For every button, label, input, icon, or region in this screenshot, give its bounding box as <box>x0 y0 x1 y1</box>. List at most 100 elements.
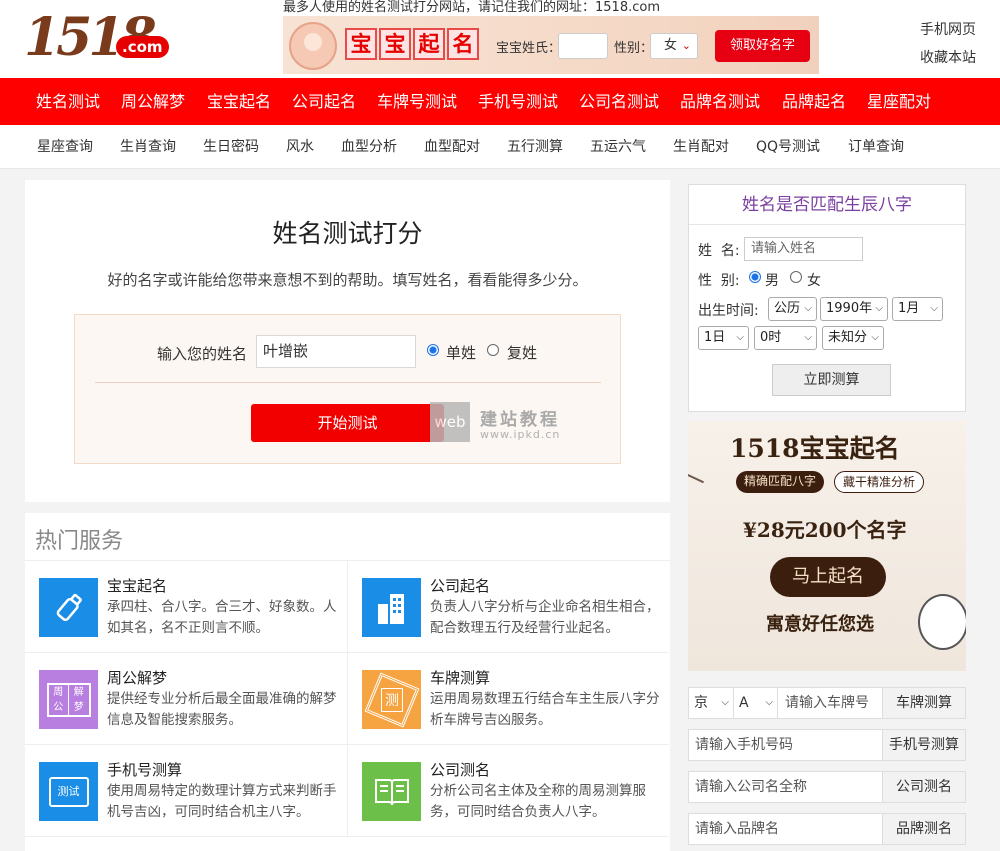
chevron-down-icon: ⌵ <box>765 697 773 708</box>
nav-item[interactable]: 品牌名测试 <box>680 78 760 125</box>
chevron-down-icon: ⌵ <box>721 697 729 708</box>
day-value: 1日 <box>704 330 726 345</box>
service-card[interactable]: 宝宝起名 承四柱、合八字。合三才、好象数。人如其名，名不正则言不顺。 <box>25 561 347 653</box>
province-value: 京 <box>694 695 708 711</box>
subnav-item[interactable]: 订单查询 <box>848 125 904 169</box>
company-test-button[interactable]: 公司测名 <box>882 771 966 803</box>
subnav-item[interactable]: 五运六气 <box>590 125 646 169</box>
phone-input[interactable]: 请输入手机号码 <box>695 730 793 760</box>
single-surname-radio[interactable] <box>427 344 439 356</box>
banner-title-char: 起 <box>413 28 445 60</box>
minute-select[interactable]: 未知分 ⌵ <box>822 326 884 350</box>
header-banner[interactable]: 宝 宝 起 名 宝宝姓氏： 性别： 女 ⌄ 领取好名字 <box>283 16 819 74</box>
service-title: 周公解梦 <box>107 669 168 687</box>
chevron-down-icon: ⌵ <box>930 303 938 314</box>
single-surname-label: 单姓 <box>446 344 477 362</box>
subnav-item[interactable]: 血型配对 <box>424 125 480 169</box>
phone-test-button[interactable]: 手机号测算 <box>882 729 966 761</box>
chevron-down-icon: ⌵ <box>736 332 744 343</box>
company-input[interactable]: 请输入公司名全称 <box>695 772 807 802</box>
service-desc: 负责人八字分析与企业命名相生相合，配合数理五行及经营行业起名。 <box>430 599 660 636</box>
phone-badge: 测试 <box>48 776 89 807</box>
service-card[interactable]: 测试 手机号测算 使用周易特定的数理计算方式来判断手机号吉凶，可同时结合机主八字… <box>25 745 347 837</box>
calendar-select[interactable]: 公历 ⌵ <box>768 297 817 321</box>
service-card[interactable]: 测 车牌测算 运用周易数理五行结合车主生辰八字分析车牌号吉凶服务。 <box>347 653 669 745</box>
get-name-button[interactable]: 领取好名字 <box>715 30 810 62</box>
subnav-item[interactable]: 生肖配对 <box>673 125 729 169</box>
open-book-icon <box>362 762 421 821</box>
service-title: 宝宝起名 <box>107 577 168 595</box>
nav-item[interactable]: 宝宝起名 <box>207 78 271 125</box>
subnav-item[interactable]: 生肖查询 <box>120 125 176 169</box>
ad-tag: 藏干精准分析 <box>834 471 925 493</box>
nav-item[interactable]: 姓名测试 <box>36 78 100 125</box>
month-select[interactable]: 1月 ⌵ <box>892 297 943 321</box>
plate-test-button[interactable]: 车牌测算 <box>882 687 966 719</box>
sub-nav: 星座查询 生肖查询 生日密码 风水 血型分析 血型配对 五行测算 五运六气 生肖… <box>0 125 1000 169</box>
nav-item[interactable]: 手机号测试 <box>478 78 558 125</box>
subnav-item[interactable]: 生日密码 <box>203 125 259 169</box>
building-icon <box>362 578 421 637</box>
ad-cta-button[interactable]: 马上起名 <box>770 557 886 597</box>
brand-query-row: 请输入品牌名 品牌测名 <box>688 813 966 845</box>
hour-select[interactable]: 0时 ⌵ <box>754 326 817 350</box>
male-label: 男 <box>765 273 779 289</box>
baby-illustration-icon <box>289 22 337 70</box>
ad-headline: 1518宝宝起名 <box>730 434 900 463</box>
gender-select[interactable]: 女 ⌄ <box>650 33 698 59</box>
nav-item[interactable]: 星座配对 <box>867 78 931 125</box>
bagua-icon: 测 <box>362 670 421 729</box>
book-badge-right: 解梦 <box>73 686 84 713</box>
service-card[interactable]: 公司测名 分析公司名主体及全称的周易测算服务，可同时结合负责人八字。 <box>347 745 669 837</box>
plate-query-row: 京 ⌵ A ⌵ 请输入车牌号 车牌测算 <box>688 687 966 719</box>
subnav-item[interactable]: QQ号测试 <box>756 125 820 169</box>
name-input[interactable]: 叶增嵌 <box>256 335 416 368</box>
bookmark-link[interactable]: 收藏本站 <box>920 44 976 72</box>
subnav-item[interactable]: 血型分析 <box>341 125 397 169</box>
nav-item[interactable]: 周公解梦 <box>121 78 185 125</box>
compound-surname-label: 复姓 <box>507 344 538 362</box>
day-select[interactable]: 1日 ⌵ <box>698 326 749 350</box>
female-radio[interactable] <box>790 271 802 283</box>
subnav-item[interactable]: 风水 <box>286 125 314 169</box>
branch-decoration-icon <box>688 421 725 484</box>
start-test-button[interactable]: 开始测试 <box>251 404 444 442</box>
baby-naming-ad[interactable]: 1518宝宝起名 精确匹配八字 藏干精准分析 ¥28元200个名字 马上起名 寓… <box>688 421 966 671</box>
nav-item[interactable]: 公司起名 <box>292 78 356 125</box>
subnav-item[interactable]: 五行测算 <box>507 125 563 169</box>
chevron-down-icon: ⌄ <box>681 39 691 52</box>
brand-input[interactable]: 请输入品牌名 <box>695 814 779 844</box>
nav-item[interactable]: 品牌起名 <box>782 78 846 125</box>
calculate-button[interactable]: 立即测算 <box>772 364 891 396</box>
bazi-name-input[interactable]: 请输入姓名 <box>744 237 863 261</box>
province-select[interactable]: 京 ⌵ <box>689 688 734 718</box>
service-desc: 使用周易特定的数理计算方式来判断手机号吉凶，可同时结合机主八字。 <box>107 783 337 820</box>
service-title: 公司起名 <box>430 577 491 595</box>
ad-price: ¥28元200个名字 <box>743 518 907 542</box>
site-logo[interactable]: 1518 .com <box>24 8 169 68</box>
letter-select[interactable]: A ⌵ <box>734 688 778 718</box>
service-card[interactable]: 公司起名 负责人八字分析与企业命名相生相合，配合数理五行及经营行业起名。 <box>347 561 669 653</box>
service-card[interactable]: 周公 解梦 周公解梦 提供经专业分析后最全面最准确的解梦信息及智能搜索服务。 <box>25 653 347 745</box>
surname-label: 宝宝姓氏： <box>496 41 562 56</box>
brand-test-button[interactable]: 品牌测名 <box>882 813 966 845</box>
female-label: 女 <box>807 273 821 289</box>
service-title: 车牌测算 <box>430 669 491 687</box>
book-icon: 周公 解梦 <box>39 670 98 729</box>
subnav-item[interactable]: 星座查询 <box>37 125 93 169</box>
logo-com: .com <box>116 36 169 58</box>
bazi-name-label: 姓 名: <box>698 243 740 259</box>
nav-item[interactable]: 车牌号测试 <box>377 78 457 125</box>
male-radio[interactable] <box>749 271 761 283</box>
mobile-site-link[interactable]: 手机网页 <box>920 16 976 44</box>
surname-input[interactable] <box>558 33 608 59</box>
compound-surname-radio[interactable] <box>487 344 499 356</box>
page-title: 姓名测试打分 <box>272 219 423 248</box>
plate-input[interactable]: 请输入车牌号 <box>785 688 869 718</box>
phone-icon: 测试 <box>39 762 98 821</box>
nav-item[interactable]: 公司名测试 <box>579 78 659 125</box>
year-select[interactable]: 1990年 ⌵ <box>820 297 888 321</box>
watermark-url: www.ipkd.cn <box>480 428 561 441</box>
gender-select-value: 女 <box>664 38 678 53</box>
chevron-down-icon: ⌵ <box>804 332 812 343</box>
